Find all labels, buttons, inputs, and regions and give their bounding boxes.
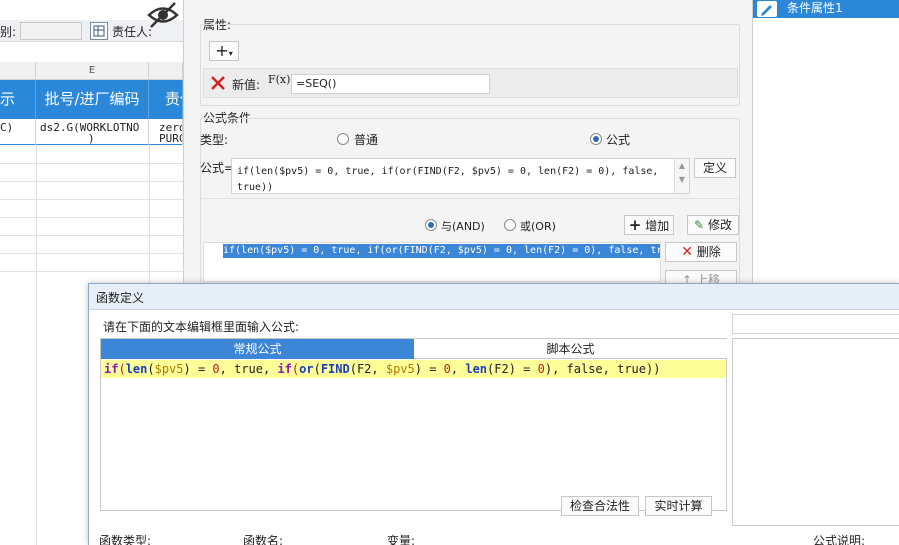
define-button[interactable]: 定义 bbox=[694, 158, 736, 178]
radio-or-label[interactable]: 或(OR) bbox=[520, 218, 556, 234]
title-cell-lot-number[interactable]: 批号/进厂编码 bbox=[36, 80, 149, 119]
add-attr-button[interactable]: +▾ bbox=[209, 41, 239, 61]
condition-item-selected[interactable]: if(len($pv5) = 0, true, if(or(FIND(F2, $… bbox=[223, 244, 660, 258]
dialog-title-bar[interactable]: 函数定义 bbox=[89, 284, 899, 310]
column-header-e[interactable]: E bbox=[36, 62, 149, 80]
condition-attribute-label: 条件属性1 bbox=[787, 1, 843, 15]
radio-formula[interactable] bbox=[590, 133, 602, 145]
realtime-calc-button[interactable]: 实时计算 bbox=[645, 496, 712, 516]
formula-label: 公式= bbox=[200, 161, 235, 175]
title-row: 示 批号/进厂编码 责任 bbox=[0, 80, 183, 119]
column-header-row: E bbox=[0, 62, 183, 80]
grid-line bbox=[36, 145, 37, 545]
divider bbox=[200, 198, 740, 199]
title-cell-owner[interactable]: 责任 bbox=[149, 80, 183, 119]
grid-line bbox=[0, 181, 183, 182]
remove-icon[interactable] bbox=[209, 74, 227, 92]
radio-formula-label[interactable]: 公式 bbox=[606, 131, 630, 148]
function-name-label: 函数名: bbox=[243, 534, 284, 545]
edit-icon: ✎ bbox=[694, 218, 705, 232]
radio-or[interactable] bbox=[504, 219, 516, 231]
dialog-title: 函数定义 bbox=[96, 291, 145, 305]
grid-line bbox=[0, 217, 183, 218]
grid-line bbox=[0, 199, 183, 200]
new-value-input[interactable]: =SEQ() bbox=[291, 74, 490, 94]
formula-textarea[interactable]: if(len($pv5) = 0, true, if(or(FIND(F2, $… bbox=[231, 158, 690, 194]
condition-list[interactable]: if(len($pv5) = 0, true, if(or(FIND(F2, $… bbox=[203, 242, 661, 282]
formula-description-label: 公式说明: bbox=[813, 534, 866, 545]
type-label: 类型: bbox=[200, 133, 229, 147]
column-header[interactable] bbox=[0, 62, 36, 80]
toolbar-left-label: 别: bbox=[0, 25, 17, 39]
title-cell[interactable]: 示 bbox=[0, 80, 36, 119]
column-header[interactable] bbox=[149, 62, 183, 80]
cell-text-line2: ) bbox=[88, 132, 95, 145]
cell-text-line2: PURCH bbox=[159, 132, 182, 145]
grid-line bbox=[0, 253, 183, 254]
scroll-down-icon[interactable]: ▼ bbox=[675, 173, 689, 187]
formula-description-panel bbox=[732, 338, 899, 526]
grid-line bbox=[0, 163, 183, 164]
new-value-row: 新值: F(x) =SEQ() bbox=[203, 68, 738, 98]
condition-attribute-item[interactable]: 条件属性1 bbox=[753, 0, 899, 18]
variable-label: 变量: bbox=[387, 534, 416, 545]
check-validity-button[interactable]: 检查合法性 bbox=[561, 496, 639, 516]
search-input[interactable] bbox=[732, 314, 899, 334]
hide-eye-icon[interactable] bbox=[145, 0, 181, 30]
plus-icon: + bbox=[628, 216, 642, 234]
function-definition-dialog: 函数定义 请在下面的文本编辑框里面输入公式: 常规公式 脚本公式 if(len(… bbox=[88, 283, 899, 545]
scroll-up-icon[interactable]: ▲ bbox=[675, 159, 689, 173]
toolbar-field[interactable] bbox=[20, 22, 82, 40]
add-condition-button[interactable]: + 增加 bbox=[624, 215, 674, 235]
formula-editor-panel: 常规公式 脚本公式 if(len($pv5) = 0, true, if(or(… bbox=[100, 338, 727, 511]
edit-condition-button[interactable]: ✎ 修改 bbox=[687, 215, 739, 235]
radio-normal-label[interactable]: 普通 bbox=[354, 131, 378, 148]
edit-pencil-icon bbox=[757, 1, 777, 17]
data-cell[interactable]: C) bbox=[0, 119, 36, 145]
radio-normal[interactable] bbox=[337, 133, 349, 145]
tab-normal-formula[interactable]: 常规公式 bbox=[101, 339, 414, 359]
formula-code-line[interactable]: if(len($pv5) = 0, true, if(or(FIND(F2, $… bbox=[101, 360, 726, 378]
data-row: C) ds2.G(WORKLOTNO ) zero PURCH bbox=[0, 119, 183, 145]
dropdown-arrow-icon: ▾ bbox=[228, 49, 233, 58]
delete-icon: ✕ bbox=[681, 244, 693, 260]
data-cell-owner[interactable]: zero PURCH bbox=[149, 119, 183, 145]
grid-icon[interactable] bbox=[90, 22, 108, 40]
tab-script-formula[interactable]: 脚本公式 bbox=[414, 339, 727, 359]
instruction-text: 请在下面的文本编辑框里面输入公式: bbox=[103, 320, 300, 334]
dialog-body: 请在下面的文本编辑框里面输入公式: 常规公式 脚本公式 if(len($pv5)… bbox=[89, 310, 899, 545]
grid-line bbox=[0, 271, 183, 272]
radio-and[interactable] bbox=[425, 219, 437, 231]
formula-fx-icon[interactable]: F(x) bbox=[268, 73, 290, 95]
radio-and-label[interactable]: 与(AND) bbox=[441, 218, 485, 234]
plus-icon: + bbox=[215, 41, 229, 60]
data-cell-lot-number[interactable]: ds2.G(WORKLOTNO ) bbox=[36, 119, 149, 145]
grid-line bbox=[0, 235, 183, 236]
delete-condition-button[interactable]: ✕ 删除 bbox=[665, 242, 737, 262]
new-value-label: 新值: bbox=[232, 78, 261, 92]
formula-scrollbar[interactable]: ▲ ▼ bbox=[674, 159, 689, 193]
function-type-label: 函数类型: bbox=[99, 534, 152, 545]
